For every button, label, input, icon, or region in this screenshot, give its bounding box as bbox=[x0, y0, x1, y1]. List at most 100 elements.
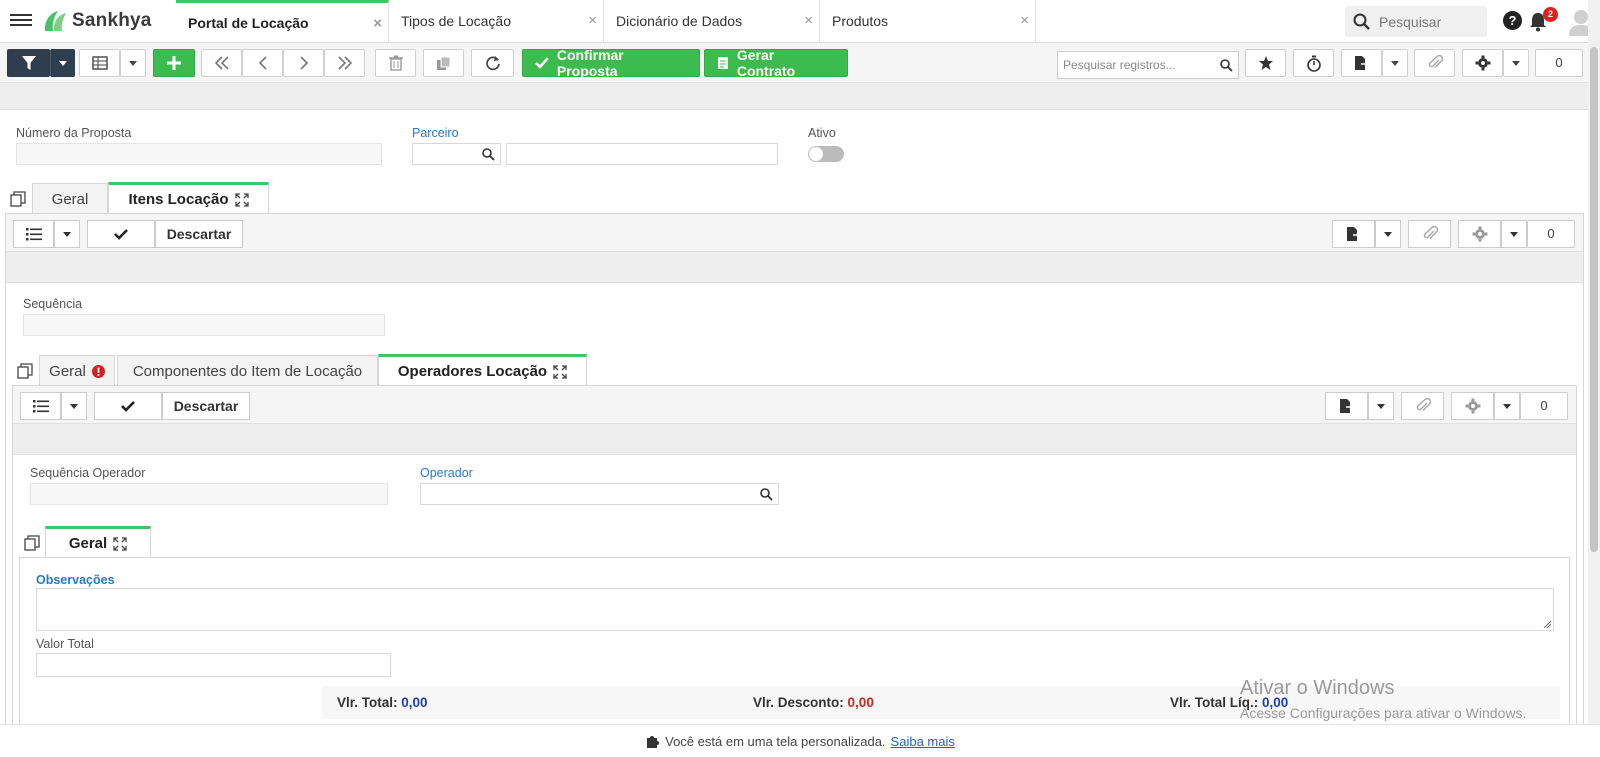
last-record-button[interactable] bbox=[324, 49, 365, 77]
caret-down-icon bbox=[1512, 60, 1520, 66]
attachments-button[interactable] bbox=[1414, 49, 1455, 77]
export-dropdown-button[interactable] bbox=[1375, 220, 1401, 248]
search-icon[interactable] bbox=[482, 148, 495, 161]
valor-total-input[interactable] bbox=[36, 653, 391, 677]
list-icon bbox=[25, 227, 42, 240]
settings-dropdown-button[interactable] bbox=[1501, 220, 1527, 248]
vlr-desconto-label: Vlr. Desconto: bbox=[753, 695, 844, 710]
export-button[interactable] bbox=[1332, 220, 1375, 248]
export-dropdown-button[interactable] bbox=[1382, 49, 1408, 77]
tab-produtos[interactable]: Produtos × bbox=[820, 0, 1036, 42]
header-band bbox=[0, 83, 1590, 110]
caret-down-icon bbox=[1510, 231, 1518, 237]
discard-button[interactable]: Descartar bbox=[162, 392, 250, 420]
caret-down-icon bbox=[129, 60, 137, 66]
tab-label: Tipos de Locação bbox=[401, 13, 511, 29]
tab-componentes-item[interactable]: Componentes do Item de Locação bbox=[117, 355, 378, 386]
tab-dicionario-de-dados[interactable]: Dicionário de Dados × bbox=[604, 0, 820, 42]
hamburger-menu-icon[interactable] bbox=[10, 11, 32, 31]
caret-down-icon bbox=[1377, 403, 1385, 409]
ativo-toggle[interactable] bbox=[808, 146, 844, 162]
add-record-button[interactable] bbox=[153, 49, 195, 77]
list-view-dropdown-button[interactable] bbox=[61, 392, 87, 420]
copy-icon[interactable] bbox=[24, 535, 40, 551]
list-view-dropdown-button[interactable] bbox=[54, 220, 80, 248]
record-search-input[interactable]: Pesquisar registros... bbox=[1057, 51, 1239, 79]
close-icon[interactable]: × bbox=[588, 12, 597, 29]
expand-icon[interactable] bbox=[553, 364, 567, 379]
settings-dropdown-button[interactable] bbox=[1503, 49, 1529, 77]
settings-dropdown-button[interactable] bbox=[1494, 392, 1520, 420]
sankhya-logo[interactable]: Sankhya bbox=[42, 8, 152, 34]
notification-count-badge: 2 bbox=[1543, 7, 1558, 22]
close-icon[interactable]: × bbox=[1020, 12, 1029, 29]
grid-view-button[interactable] bbox=[79, 49, 120, 77]
attachments-button[interactable] bbox=[1401, 392, 1444, 420]
valor-total-label: Valor Total bbox=[36, 637, 94, 651]
tab-label: Geral bbox=[68, 535, 108, 552]
timer-button[interactable] bbox=[1293, 49, 1334, 77]
svg-text:?: ? bbox=[1509, 13, 1517, 28]
paperclip-icon bbox=[1428, 55, 1443, 69]
observacoes-label[interactable]: Observações bbox=[36, 573, 115, 587]
copy-icon[interactable] bbox=[10, 191, 26, 207]
export-dropdown-button[interactable] bbox=[1368, 392, 1394, 420]
settings-button[interactable] bbox=[1462, 49, 1503, 77]
export-button[interactable] bbox=[1325, 392, 1368, 420]
expand-icon[interactable] bbox=[234, 192, 249, 207]
tab-itens-locacao[interactable]: Itens Locação bbox=[108, 182, 269, 214]
confirm-button[interactable] bbox=[94, 392, 162, 420]
list-view-button[interactable] bbox=[20, 392, 61, 420]
close-icon[interactable]: × bbox=[373, 15, 382, 32]
parceiro-label[interactable]: Parceiro bbox=[412, 126, 459, 140]
observacoes-textarea[interactable] bbox=[36, 588, 1554, 631]
resize-handle-icon[interactable] bbox=[1543, 620, 1551, 628]
learn-more-link[interactable]: Saiba mais bbox=[891, 734, 955, 749]
star-icon bbox=[1258, 56, 1273, 70]
generate-contract-button[interactable]: Gerar Contrato bbox=[704, 47, 848, 79]
vlr-total-label: Vlr. Total: bbox=[337, 695, 398, 710]
next-record-button[interactable] bbox=[283, 49, 324, 77]
operador-label[interactable]: Operador bbox=[420, 466, 473, 480]
copy-icon[interactable] bbox=[17, 363, 33, 379]
settings-button[interactable] bbox=[1451, 392, 1494, 420]
confirm-button[interactable] bbox=[87, 220, 155, 248]
tab-tipos-de-locacao[interactable]: Tipos de Locação × bbox=[389, 0, 604, 42]
previous-record-button[interactable] bbox=[242, 49, 283, 77]
list-view-button[interactable] bbox=[13, 220, 54, 248]
duplicate-button[interactable] bbox=[423, 49, 464, 77]
first-record-button[interactable] bbox=[201, 49, 242, 77]
expand-icon[interactable] bbox=[113, 536, 127, 551]
help-icon[interactable]: ? bbox=[1502, 10, 1523, 31]
tab-item-geral[interactable]: Geral bbox=[39, 355, 115, 386]
filter-button[interactable] bbox=[7, 49, 50, 77]
search-icon[interactable] bbox=[760, 488, 773, 501]
page-scrollbar[interactable] bbox=[1588, 0, 1600, 724]
global-search-input[interactable]: Pesquisar bbox=[1345, 6, 1487, 37]
itens-toolbar: Descartar 0 bbox=[6, 214, 1583, 252]
parceiro-code-input[interactable] bbox=[412, 143, 501, 165]
operador-input[interactable] bbox=[420, 483, 779, 505]
tab-operador-geral[interactable]: Geral bbox=[45, 526, 151, 558]
filter-dropdown-button[interactable] bbox=[50, 49, 75, 77]
tab-portal-de-locacao[interactable]: Portal de Locação × bbox=[176, 0, 389, 42]
refresh-button[interactable] bbox=[471, 49, 514, 77]
discard-button[interactable]: Descartar bbox=[155, 220, 243, 248]
attachments-button[interactable] bbox=[1408, 220, 1451, 248]
grid-view-dropdown-button[interactable] bbox=[120, 49, 146, 77]
double-chevron-right-icon bbox=[337, 56, 352, 70]
tab-operadores-locacao[interactable]: Operadores Locação bbox=[378, 354, 587, 386]
tab-geral[interactable]: Geral bbox=[32, 183, 108, 214]
confirm-proposal-button[interactable]: Confirmar Proposta bbox=[522, 47, 700, 79]
search-icon[interactable] bbox=[1220, 59, 1233, 72]
settings-button[interactable] bbox=[1458, 220, 1501, 248]
check-icon bbox=[114, 228, 128, 240]
parceiro-name-field[interactable] bbox=[506, 143, 778, 165]
close-icon[interactable]: × bbox=[804, 12, 813, 29]
export-button[interactable] bbox=[1341, 49, 1382, 77]
favorite-button[interactable] bbox=[1245, 49, 1286, 77]
delete-button[interactable] bbox=[375, 49, 416, 77]
itens-record-counter: 0 bbox=[1527, 220, 1575, 248]
caret-down-icon bbox=[63, 231, 71, 237]
scrollbar-thumb[interactable] bbox=[1590, 47, 1598, 552]
